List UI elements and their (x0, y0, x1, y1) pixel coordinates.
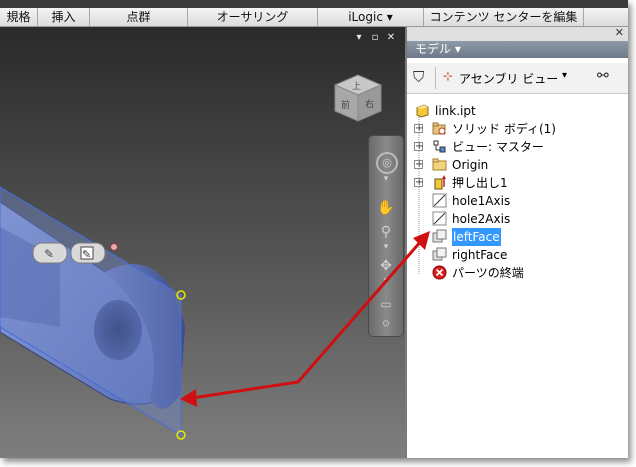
toolbar-divider (435, 67, 436, 89)
svg-text:✎: ✎ (82, 248, 91, 261)
expand-icon[interactable]: + (414, 124, 423, 134)
ribbon-tab-insert[interactable]: 挿入 (38, 8, 90, 26)
tree-item-link-ipt[interactable]: link.ipt (407, 102, 628, 120)
view-mode-label[interactable]: アセンブリ ビュー (459, 70, 558, 87)
svg-text:前: 前 (341, 99, 350, 111)
pan-hand-icon[interactable]: ✋ (376, 198, 396, 218)
tree-item-origin[interactable]: + Origin (407, 156, 628, 174)
steering-wheel-icon[interactable]: ◎ (376, 152, 398, 174)
tree-item-view-master[interactable]: + ビュー: マスター (407, 138, 628, 156)
ribbon-tab-authoring[interactable]: オーサリング (188, 8, 318, 26)
inventor-window: 規格 挿入 点群 オーサリング iLogic ▾ コンテンツ センターを編集 ▾… (0, 0, 628, 458)
orbit-icon[interactable]: ✥ (376, 256, 396, 276)
chevron-down-icon[interactable]: ▾ (562, 70, 567, 81)
assembly-view-icon: ⊹ (443, 69, 454, 83)
work-plane-icon (432, 229, 447, 243)
chevron-down-icon[interactable]: ▾ (376, 276, 396, 286)
navigation-bar: ◎ ▾ ✋ ⚲ ▾ ✥ ▾ ▭ ⊙ (368, 135, 404, 337)
chevron-down-icon[interactable]: ▾ (376, 174, 396, 184)
work-axis-icon (432, 193, 447, 208)
look-at-icon[interactable]: ▭ (376, 294, 396, 314)
browser-toolbar: ⛉ ⊹ アセンブリ ビュー ▾ ⚯ (407, 63, 628, 94)
tree-item-end-of-part[interactable]: パーツの終端 (407, 264, 628, 282)
ribbon-tab-standards[interactable]: 規格 (0, 8, 38, 26)
filter-icon[interactable]: ⛉ (413, 68, 424, 86)
ribbon-tab-ilogic[interactable]: iLogic ▾ (318, 8, 424, 26)
graphics-viewport[interactable]: ▾ ▫ ✕ ✎ ✎ 上 前 右 ◎ ▾ ✋ ⚲ ▾ ✥ ▾ ▭ ⊙ (0, 27, 405, 458)
end-of-part-icon (432, 265, 447, 280)
panel-title[interactable]: モデル ▾ (407, 41, 628, 58)
model-browser-panel: ✕ モデル ▾ ⛉ ⊹ アセンブリ ビュー ▾ ⚯ link.ipt + ソリッ… (405, 26, 628, 458)
viewcube[interactable]: 上 前 右 (330, 67, 386, 123)
work-plane-icon (432, 247, 447, 261)
tree-item-hole1axis[interactable]: hole1Axis (407, 192, 628, 210)
expand-icon[interactable]: + (414, 142, 423, 152)
extrude-icon (434, 175, 446, 190)
tree-item-leftface[interactable]: leftFace (407, 228, 628, 246)
expand-icon[interactable]: + (414, 160, 423, 170)
folder-icon (432, 158, 447, 171)
tree-item-extrusion1[interactable]: + 押し出し1 (407, 174, 628, 192)
panel-header-bar: ✕ (407, 26, 628, 42)
tree-item-hole2axis[interactable]: hole2Axis (407, 210, 628, 228)
selected-item-label: leftFace (452, 228, 501, 246)
ribbon-tab-point-cloud[interactable]: 点群 (90, 8, 188, 26)
edit-feature-icon: ✎ (44, 247, 54, 261)
chevron-down-icon[interactable]: ▾ (376, 242, 396, 252)
close-toolbar-icon[interactable] (110, 243, 118, 251)
tree-item-solid-bodies[interactable]: + ソリッド ボディ(1) (407, 120, 628, 138)
expand-icon[interactable]: + (414, 178, 423, 188)
navbar-options-icon[interactable]: ⊙ (376, 318, 396, 330)
part-icon (416, 104, 429, 118)
ribbon-tab-bar: 規格 挿入 点群 オーサリング iLogic ▾ コンテンツ センターを編集 (0, 8, 628, 27)
zoom-icon[interactable]: ⚲ (376, 222, 396, 242)
binoculars-icon[interactable]: ⚯ (597, 68, 609, 84)
solid-bodies-folder-icon (432, 122, 446, 135)
ribbon-tab-edit-content-center[interactable]: コンテンツ センターを編集 (424, 8, 584, 26)
view-rep-icon (433, 140, 446, 153)
close-panel-icon[interactable]: ✕ (615, 26, 624, 39)
leftface-work-plane[interactable] (0, 186, 182, 436)
tree-item-rightface[interactable]: rightFace (407, 246, 628, 264)
work-axis-icon (432, 211, 447, 226)
svg-text:上: 上 (352, 81, 361, 92)
svg-text:右: 右 (365, 98, 374, 110)
